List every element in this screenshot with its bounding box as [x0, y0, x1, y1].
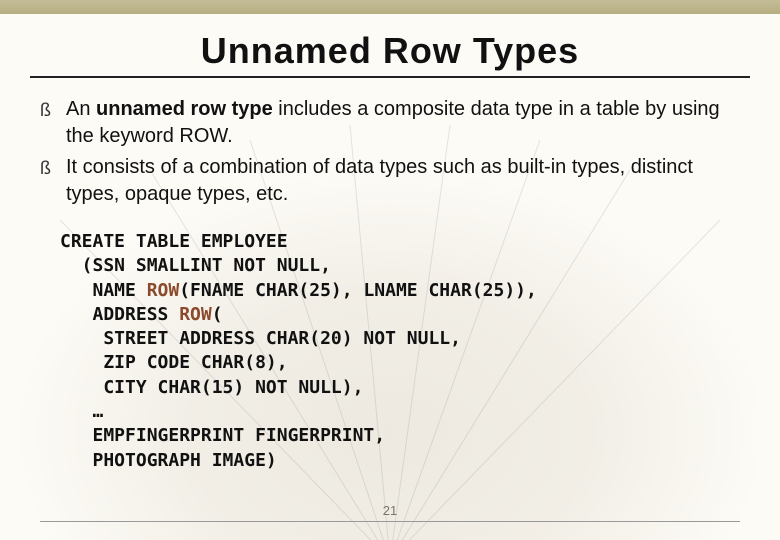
bullet-item: ß It consists of a combination of data t… — [40, 154, 740, 208]
page-number: 21 — [0, 503, 780, 518]
bullet-text: It consists of a combination of data typ… — [66, 156, 693, 205]
title-underline — [30, 76, 750, 78]
code-block: CREATE TABLE EMPLOYEE (SSN SMALLINT NOT … — [30, 230, 750, 473]
slide-title: Unnamed Row Types — [30, 30, 750, 72]
bullet-arrow-icon: ß — [40, 98, 51, 122]
bullet-arrow-icon: ß — [40, 156, 51, 180]
bullet-list: ß An unnamed row type includes a composi… — [30, 96, 750, 208]
bottom-rule — [40, 521, 740, 522]
bullet-item: ß An unnamed row type includes a composi… — [40, 96, 740, 150]
slide-content: Unnamed Row Types ß An unnamed row type … — [0, 0, 780, 473]
bullet-text: An unnamed row type includes a composite… — [66, 98, 720, 147]
